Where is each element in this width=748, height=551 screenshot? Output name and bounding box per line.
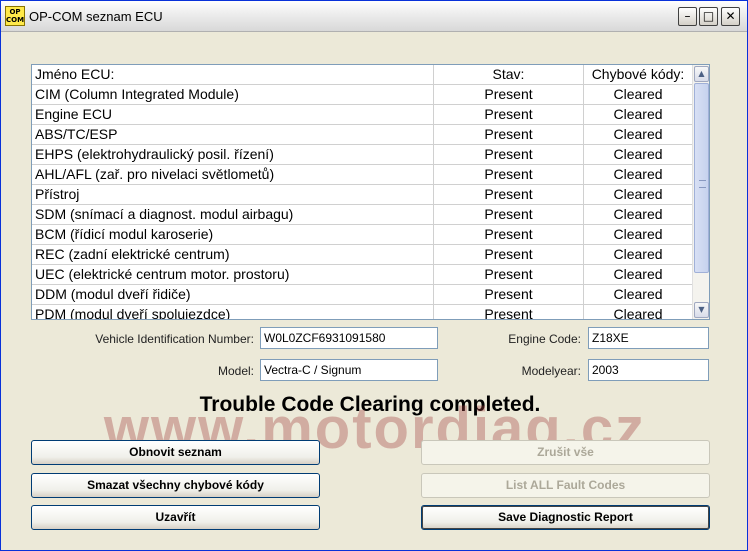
ecu-name-cell: Přístroj <box>32 185 434 204</box>
clear-all-codes-button[interactable]: Smazat všechny chybové kódy <box>31 473 320 498</box>
title-bar[interactable]: OP COM OP-COM seznam ECU – □ ✕ <box>1 1 747 32</box>
ecu-fault-codes-cell: Cleared <box>613 86 663 102</box>
ecu-fault-codes-cell: Cleared <box>613 246 663 262</box>
ecu-name-cell: CIM (Column Integrated Module) <box>32 85 434 104</box>
ecu-fault-codes-cell: Cleared <box>613 166 663 182</box>
ecu-status-cell: Present <box>434 85 584 104</box>
ecu-fault-codes-cell: Cleared <box>613 306 663 320</box>
opcom-app-icon: OP COM <box>5 6 25 26</box>
minimize-icon: – <box>684 9 691 23</box>
column-header-fault-codes[interactable]: Chybové kódy: <box>584 65 692 84</box>
maximize-icon: □ <box>702 9 715 23</box>
ecu-status-cell: Present <box>434 105 584 124</box>
app-icon-text-top: OP <box>9 8 21 16</box>
ecu-fault-codes-cell: Cleared <box>613 226 663 242</box>
ecu-name-cell: REC (zadní elektrické centrum) <box>32 245 434 264</box>
column-header-ecu-name[interactable]: Jméno ECU: <box>32 65 434 84</box>
ecu-name-cell: AHL/AFL (zař. pro nivelaci světlometů) <box>32 165 434 184</box>
ecu-table-row[interactable]: REC (zadní elektrické centrum) Present Cle… <box>32 245 692 265</box>
status-message: Trouble Code Clearing completed. <box>199 393 541 416</box>
vin-label: Vehicle Identification Number: <box>95 332 254 346</box>
cancel-all-button[interactable]: Zrušit vše <box>421 440 710 465</box>
engine-code-label: Engine Code: <box>508 332 581 346</box>
ecu-list-window: OP COM OP-COM seznam ECU – □ ✕ Jméno ECU… <box>0 0 748 551</box>
ecu-list-rows: Jméno ECU: Stav: Chybové kódy: CIM (Colu… <box>32 65 692 320</box>
ecu-list-header-row: Jméno ECU: Stav: Chybové kódy: <box>32 65 692 85</box>
model-label: Model: <box>217 364 254 378</box>
ecu-status-cell: Present <box>434 125 584 144</box>
ecu-table-row[interactable]: AHL/AFL (zař. pro nivelaci světlometů) Pr… <box>32 165 692 185</box>
ecu-status-cell: Present <box>434 245 584 264</box>
ecu-table-row[interactable]: PDM (modul dveří spolujezdce) Present Clea… <box>32 305 692 320</box>
ecu-table-row[interactable]: UEC (elektrické centrum motor. prostoru)… <box>32 265 692 285</box>
ecu-status-cell: Present <box>434 185 584 204</box>
column-header-status[interactable]: Stav: <box>434 65 584 84</box>
close-icon: ✕ <box>725 9 736 23</box>
ecu-table-row[interactable]: ABS/TC/ESP Present Cleared <box>32 125 692 145</box>
ecu-fault-codes-cell: Cleared <box>613 146 663 162</box>
ecu-fault-codes-cell: Cleared <box>613 206 663 222</box>
save-diagnostic-report-button[interactable]: Save Diagnostic Report <box>421 505 710 530</box>
ecu-status-cell: Present <box>434 165 584 184</box>
ecu-status-cell: Present <box>434 305 584 319</box>
app-icon-text-bottom: COM <box>6 16 25 24</box>
scroll-down-button[interactable]: ▼ <box>694 302 709 318</box>
ecu-fault-codes-cell: Cleared <box>613 266 663 282</box>
scroll-thumb[interactable] <box>694 83 709 273</box>
ecu-name-cell: Engine ECU <box>32 105 434 124</box>
ecu-table-row[interactable]: BCM (řídicí modul karoserie) Present Clear… <box>32 225 692 245</box>
scroll-grip-icon <box>699 180 706 188</box>
ecu-table-row[interactable]: CIM (Column Integrated Module) Present Cle… <box>32 85 692 105</box>
ecu-status-cell: Present <box>434 205 584 224</box>
close-button[interactable]: Uzavřít <box>31 505 320 530</box>
ecu-table-row[interactable]: Přístroj Present Cleared <box>32 185 692 205</box>
modelyear-field[interactable]: 2003 <box>588 359 709 381</box>
chevron-up-icon: ▲ <box>698 69 705 78</box>
ecu-name-cell: ABS/TC/ESP <box>32 125 434 144</box>
model-field[interactable]: Vectra-C / Signum <box>260 359 438 381</box>
minimize-button[interactable]: – <box>678 7 697 26</box>
window-title: OP-COM seznam ECU <box>29 9 163 24</box>
ecu-name-cell: BCM (řídicí modul karoserie) <box>32 225 434 244</box>
ecu-fault-codes-cell: Cleared <box>613 186 663 202</box>
ecu-fault-codes-cell: Cleared <box>613 286 663 302</box>
ecu-name-cell: EHPS (elektrohydraulický posil. řízení) <box>32 145 434 164</box>
list-all-fault-codes-button[interactable]: List ALL Fault Codes <box>421 473 710 498</box>
ecu-status-cell: Present <box>434 145 584 164</box>
refresh-list-button[interactable]: Obnovit seznam <box>31 440 320 465</box>
ecu-list-scrollbar[interactable]: ▲ ▼ <box>692 65 709 319</box>
ecu-table-row[interactable]: Engine ECU Present Cleared <box>32 105 692 125</box>
ecu-list-grid[interactable]: Jméno ECU: Stav: Chybové kódy: CIM (Colu… <box>31 64 710 320</box>
ecu-fault-codes-cell: Cleared <box>613 126 663 142</box>
ecu-status-cell: Present <box>434 225 584 244</box>
ecu-name-cell: PDM (modul dveří spolujezdce) <box>32 305 434 319</box>
ecu-table-row[interactable]: SDM (snímací a diagnost. modul airbagu) P… <box>32 205 692 225</box>
close-window-button[interactable]: ✕ <box>721 7 740 26</box>
chevron-down-icon: ▼ <box>698 305 705 314</box>
ecu-table-row[interactable]: DDM (modul dveří řidiče) Present Cleared <box>32 285 692 305</box>
ecu-status-cell: Present <box>434 265 584 284</box>
ecu-name-cell: UEC (elektrické centrum motor. prostoru) <box>32 265 434 284</box>
engine-code-field[interactable]: Z18XE <box>588 327 709 349</box>
maximize-button[interactable]: □ <box>699 7 718 26</box>
scroll-up-button[interactable]: ▲ <box>694 66 709 82</box>
ecu-status-cell: Present <box>434 285 584 304</box>
ecu-table-row[interactable]: EHPS (elektrohydraulický posil. řízení) P… <box>32 145 692 165</box>
ecu-fault-codes-cell: Cleared <box>613 106 663 122</box>
ecu-name-cell: DDM (modul dveří řidiče) <box>32 285 434 304</box>
ecu-name-cell: SDM (snímací a diagnost. modul airbagu) <box>32 205 434 224</box>
vin-field[interactable]: W0L0ZCF6931091580 <box>260 327 438 349</box>
modelyear-label: Modelyear: <box>521 364 581 378</box>
